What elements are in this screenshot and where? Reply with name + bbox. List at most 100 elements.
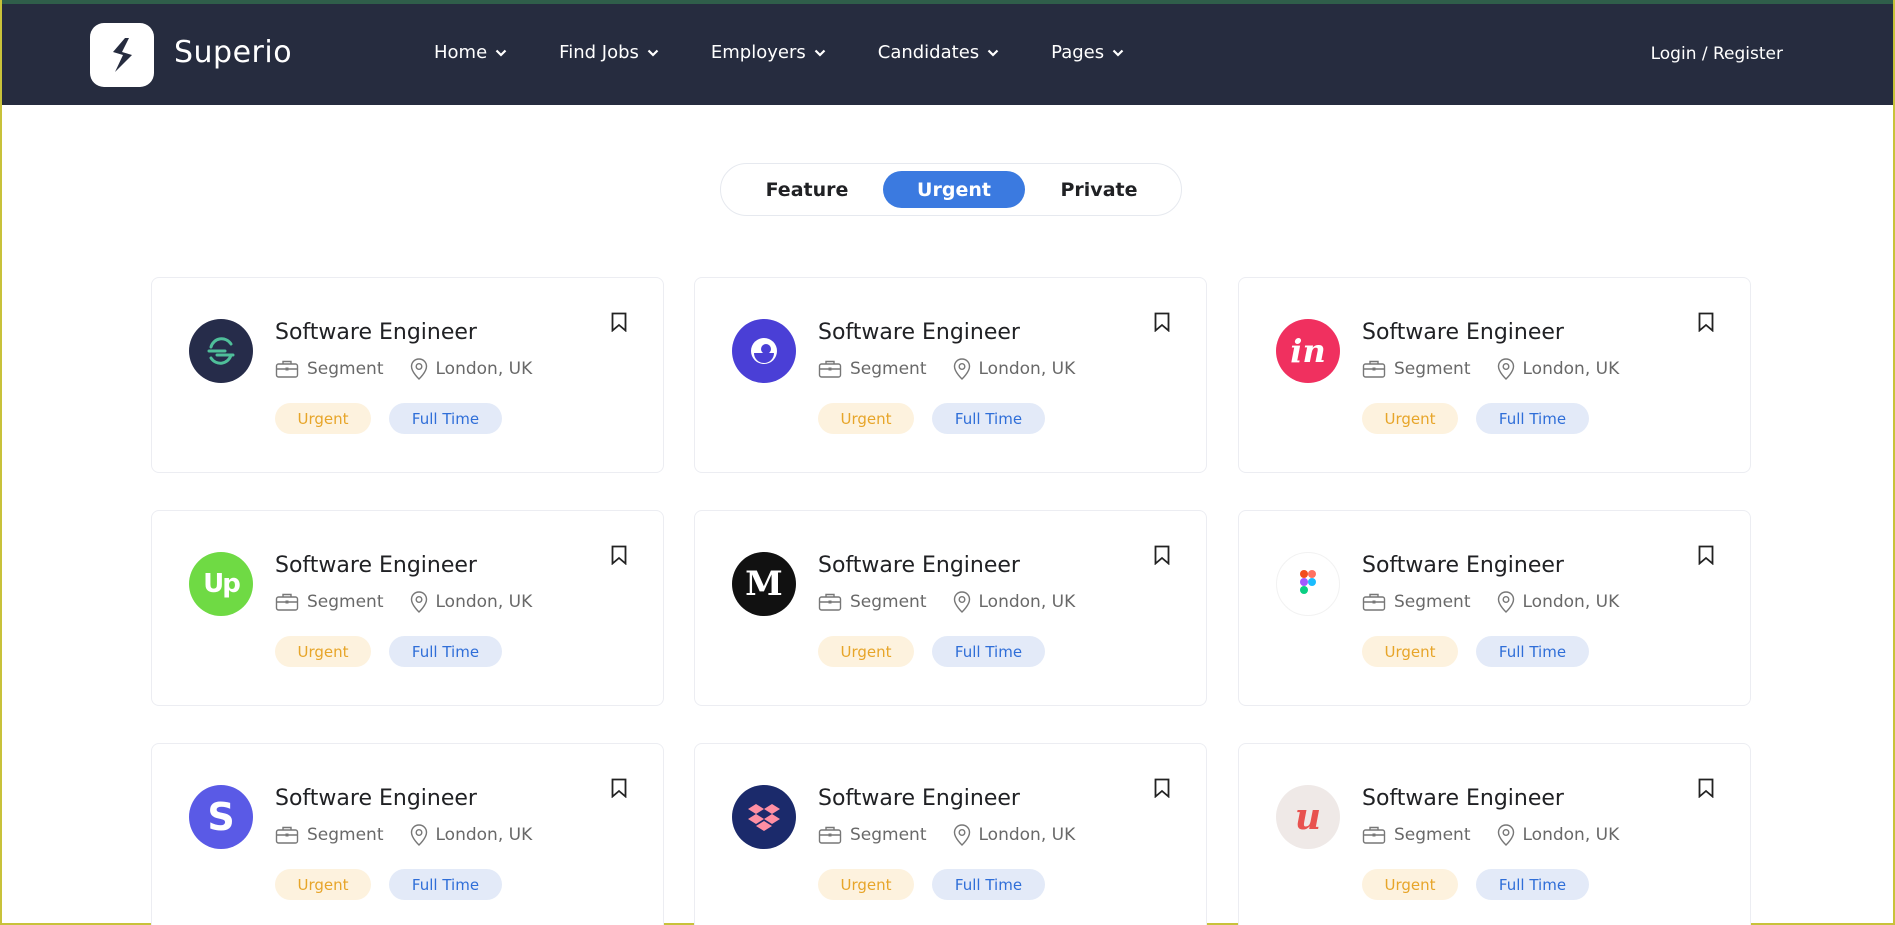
location-text: London, UK — [978, 825, 1076, 845]
nav-find-jobs[interactable]: Find Jobs — [559, 42, 659, 63]
bookmark-icon[interactable] — [1698, 778, 1714, 802]
bookmark-icon[interactable] — [1154, 312, 1170, 336]
map-pin-icon — [953, 824, 971, 846]
company-name: Segment — [307, 359, 384, 379]
chevron-down-icon — [814, 49, 826, 57]
nav-label: Pages — [1051, 42, 1105, 63]
job-filter-tabs: Feature Urgent Private — [720, 163, 1182, 216]
location-text: London, UK — [1522, 825, 1620, 845]
chevron-down-icon — [1112, 49, 1124, 57]
briefcase-icon — [1362, 592, 1386, 612]
briefcase-icon — [1362, 825, 1386, 845]
bookmark-icon[interactable] — [1698, 545, 1714, 569]
job-card[interactable]: Up Software Engineer Segment London, UK … — [151, 510, 664, 706]
job-title[interactable]: Software Engineer — [1362, 786, 1564, 811]
job-tags: Urgent Full Time — [275, 869, 520, 900]
job-card[interactable]: Software Engineer Segment London, UK Urg… — [1238, 510, 1751, 706]
urgent-badge: Urgent — [275, 869, 371, 900]
job-meta: Segment London, UK — [275, 358, 532, 380]
job-meta: Segment London, UK — [1362, 358, 1619, 380]
urgent-badge: Urgent — [1362, 869, 1458, 900]
job-title[interactable]: Software Engineer — [275, 553, 477, 578]
job-tags: Urgent Full Time — [275, 403, 520, 434]
job-card[interactable]: Software Engineer Segment London, UK Urg… — [694, 743, 1207, 925]
job-card[interactable]: S Software Engineer Segment London, UK U… — [151, 743, 664, 925]
job-title[interactable]: Software Engineer — [275, 786, 477, 811]
job-title[interactable]: Software Engineer — [818, 320, 1020, 345]
job-title[interactable]: Software Engineer — [818, 553, 1020, 578]
urgent-badge: Urgent — [275, 636, 371, 667]
bookmark-icon[interactable] — [1154, 545, 1170, 569]
job-tags: Urgent Full Time — [818, 869, 1063, 900]
urgent-badge: Urgent — [275, 403, 371, 434]
location-text: London, UK — [435, 359, 533, 379]
urgent-badge: Urgent — [818, 869, 914, 900]
full-time-badge: Full Time — [389, 869, 502, 900]
map-pin-icon — [953, 358, 971, 380]
map-pin-icon — [410, 824, 428, 846]
login-register-link[interactable]: Login / Register — [1651, 44, 1783, 64]
full-time-badge: Full Time — [1476, 869, 1589, 900]
chevron-down-icon — [495, 49, 507, 57]
upwork-logo-icon: Up — [189, 552, 253, 616]
job-card[interactable]: M Software Engineer Segment London, UK U… — [694, 510, 1207, 706]
map-pin-icon — [953, 591, 971, 613]
urgent-badge: Urgent — [818, 636, 914, 667]
bookmark-icon[interactable] — [611, 778, 627, 802]
briefcase-icon — [275, 825, 299, 845]
udemy-logo-icon: u — [1276, 785, 1340, 849]
job-title[interactable]: Software Engineer — [818, 786, 1020, 811]
bookmark-icon[interactable] — [1698, 312, 1714, 336]
stripe-logo-icon: S — [189, 785, 253, 849]
job-location: London, UK — [410, 591, 533, 613]
tab-urgent[interactable]: Urgent — [883, 171, 1025, 208]
job-title[interactable]: Software Engineer — [275, 320, 477, 345]
nav-pages[interactable]: Pages — [1051, 42, 1124, 63]
location-text: London, UK — [435, 592, 533, 612]
site-header: Superio Home Find Jobs Employers Candida… — [2, 4, 1893, 105]
job-tags: Urgent Full Time — [1362, 403, 1607, 434]
urgent-badge: Urgent — [1362, 636, 1458, 667]
job-title[interactable]: Software Engineer — [1362, 320, 1564, 345]
main-nav: Home Find Jobs Employers Candidates Page… — [434, 42, 1176, 63]
job-meta: Segment London, UK — [818, 591, 1075, 613]
company-name: Segment — [1394, 359, 1471, 379]
job-tags: Urgent Full Time — [1362, 636, 1607, 667]
map-pin-icon — [1497, 358, 1515, 380]
nav-label: Home — [434, 42, 488, 63]
map-pin-icon — [410, 591, 428, 613]
job-card[interactable]: Software Engineer Segment London, UK Urg… — [151, 277, 664, 473]
full-time-badge: Full Time — [932, 403, 1045, 434]
nav-candidates[interactable]: Candidates — [878, 42, 999, 63]
tab-private[interactable]: Private — [1039, 171, 1159, 208]
company-name: Segment — [307, 592, 384, 612]
chevron-down-icon — [987, 49, 999, 57]
job-title[interactable]: Software Engineer — [1362, 553, 1564, 578]
bookmark-icon[interactable] — [611, 312, 627, 336]
nav-employers[interactable]: Employers — [711, 42, 826, 63]
job-card[interactable]: u Software Engineer Segment London, UK U… — [1238, 743, 1751, 925]
briefcase-icon — [818, 359, 842, 379]
bookmark-icon[interactable] — [1154, 778, 1170, 802]
bookmark-icon[interactable] — [611, 545, 627, 569]
company-name: Segment — [1394, 592, 1471, 612]
location-text: London, UK — [435, 825, 533, 845]
dropbox-logo-icon — [732, 785, 796, 849]
briefcase-icon — [275, 592, 299, 612]
brand-name[interactable]: Superio — [174, 35, 292, 70]
urgent-badge: Urgent — [1362, 403, 1458, 434]
tab-feature[interactable]: Feature — [747, 171, 867, 208]
figma-logo-icon — [1276, 552, 1340, 616]
invision-logo-icon: in — [1276, 319, 1340, 383]
job-meta: Segment London, UK — [818, 824, 1075, 846]
brand-logo-icon[interactable] — [90, 23, 154, 87]
job-tags: Urgent Full Time — [1362, 869, 1607, 900]
company-name: Segment — [850, 592, 927, 612]
medium-logo-icon: M — [732, 552, 796, 616]
job-card[interactable]: in Software Engineer Segment London, UK … — [1238, 277, 1751, 473]
job-location: London, UK — [1497, 591, 1619, 613]
job-card[interactable]: Software Engineer Segment London, UK Urg… — [694, 277, 1207, 473]
company-name: Segment — [850, 825, 927, 845]
nav-home[interactable]: Home — [434, 42, 507, 63]
full-time-badge: Full Time — [389, 636, 502, 667]
